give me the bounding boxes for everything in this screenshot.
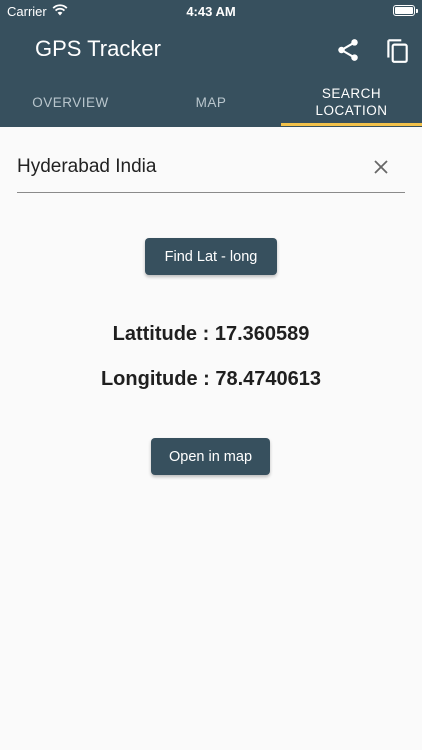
tab-bar: OVERVIEW MAP SEARCH LOCATION [0,77,422,127]
tab-search-location-label-line1: SEARCH [321,86,382,101]
share-icon[interactable] [335,37,361,63]
app-bar: Carrier 4:43 AM GPS Tracker OVERVIEW MAP… [0,0,422,127]
longitude-label: Longitude : [100,368,210,390]
tab-overview-label: OVERVIEW [32,94,109,110]
app-title: GPS Tracker [35,36,161,61]
longitude-row: Longitude : 78.4740613 [0,368,422,391]
close-icon[interactable] [371,157,391,177]
tab-overview[interactable]: OVERVIEW [0,77,141,127]
copy-icon[interactable] [384,36,410,64]
tab-search-location-label-line2: LOCATION [315,103,388,118]
find-lat-long-label: Find Lat - long [164,248,258,265]
tab-search-location[interactable]: SEARCH LOCATION [281,77,422,127]
tab-indicator [281,123,422,126]
battery-icon [393,5,418,16]
tab-map[interactable]: MAP [141,77,281,127]
location-search-value[interactable]: Hyderabad India [17,156,156,178]
longitude-value: 78.4740613 [215,368,322,390]
status-bar: Carrier 4:43 AM [0,0,422,24]
location-search-field[interactable]: Hyderabad India [17,148,405,193]
open-in-map-button[interactable]: Open in map [151,438,270,475]
find-lat-long-button[interactable]: Find Lat - long [145,238,277,275]
latitude-value: 17.360589 [214,323,310,345]
tab-map-label: MAP [195,94,227,110]
open-in-map-label: Open in map [168,448,253,465]
latitude-row: Lattitude : 17.360589 [0,323,422,346]
clock: 4:43 AM [186,4,236,19]
latitude-label: Lattitude : [112,323,210,345]
